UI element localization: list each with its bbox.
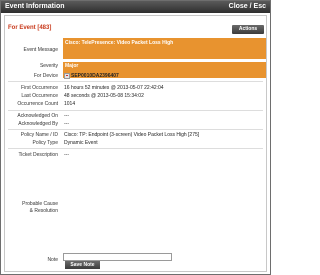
event-message-highlight: Cisco: TelePresence: Video Packet Loss H… [63, 38, 266, 59]
first-occurrence-label: First Occurrence [21, 85, 58, 91]
first-occurrence-value: 16 hours 52 minutes @ 2013-05-07 22:42:0… [64, 85, 164, 91]
acknowledged-on-value: --- [64, 113, 69, 119]
actions-button[interactable]: Actions [232, 25, 264, 34]
occurrence-count-value: 1014 [64, 101, 76, 107]
severity-label: Severity [39, 63, 58, 69]
severity-value: Major [65, 63, 79, 69]
window-title: Event Information [5, 3, 65, 10]
event-information-window: Event Information Close / Esc For Event … [0, 0, 271, 275]
close-button[interactable]: Close / Esc [229, 3, 266, 10]
event-details-panel: For Event [483] Actions Cisco: TelePrese… [4, 15, 267, 272]
acknowledged-on-label: Acknowledged On [17, 113, 58, 119]
policy-name-label: Policy Name / ID [20, 132, 58, 138]
event-heading: For Event [483] [8, 25, 52, 31]
divider [8, 81, 263, 82]
acknowledged-by-label: Acknowledged By [18, 121, 58, 127]
note-input[interactable] [63, 253, 172, 261]
probable-cause-label: Probable Cause [22, 201, 58, 207]
occurrence-count-label: Occurrence Count [17, 101, 58, 107]
device-icon [64, 73, 70, 79]
last-occurrence-value: 48 seconds @ 2013-05-08 15:34:02 [64, 93, 144, 99]
event-message-label: Event Message [23, 47, 58, 53]
for-device-label: For Device [33, 73, 58, 79]
device-link[interactable]: SEP0010DA2396407 [71, 73, 119, 79]
ticket-description-label: Ticket Description [18, 152, 58, 158]
acknowledged-by-value: --- [64, 121, 69, 127]
probable-cause-label-line2: & Resolution [29, 208, 58, 214]
note-label: Note [47, 257, 58, 263]
policy-name-value: Cisco: TP: Endpoint (3-screen) Video Pac… [64, 132, 200, 138]
ticket-description-value: --- [64, 152, 69, 158]
divider [8, 148, 263, 149]
policy-type-label: Policy Type [32, 140, 58, 146]
divider [8, 129, 263, 130]
save-note-button[interactable]: Save Note [65, 261, 100, 269]
divider [8, 110, 263, 111]
event-message-value: Cisco: TelePresence: Video Packet Loss H… [65, 40, 174, 46]
title-bar: Event Information Close / Esc [1, 1, 270, 13]
policy-type-value: Dynamic Event [64, 140, 98, 146]
last-occurrence-label: Last Occurrence [21, 93, 58, 99]
